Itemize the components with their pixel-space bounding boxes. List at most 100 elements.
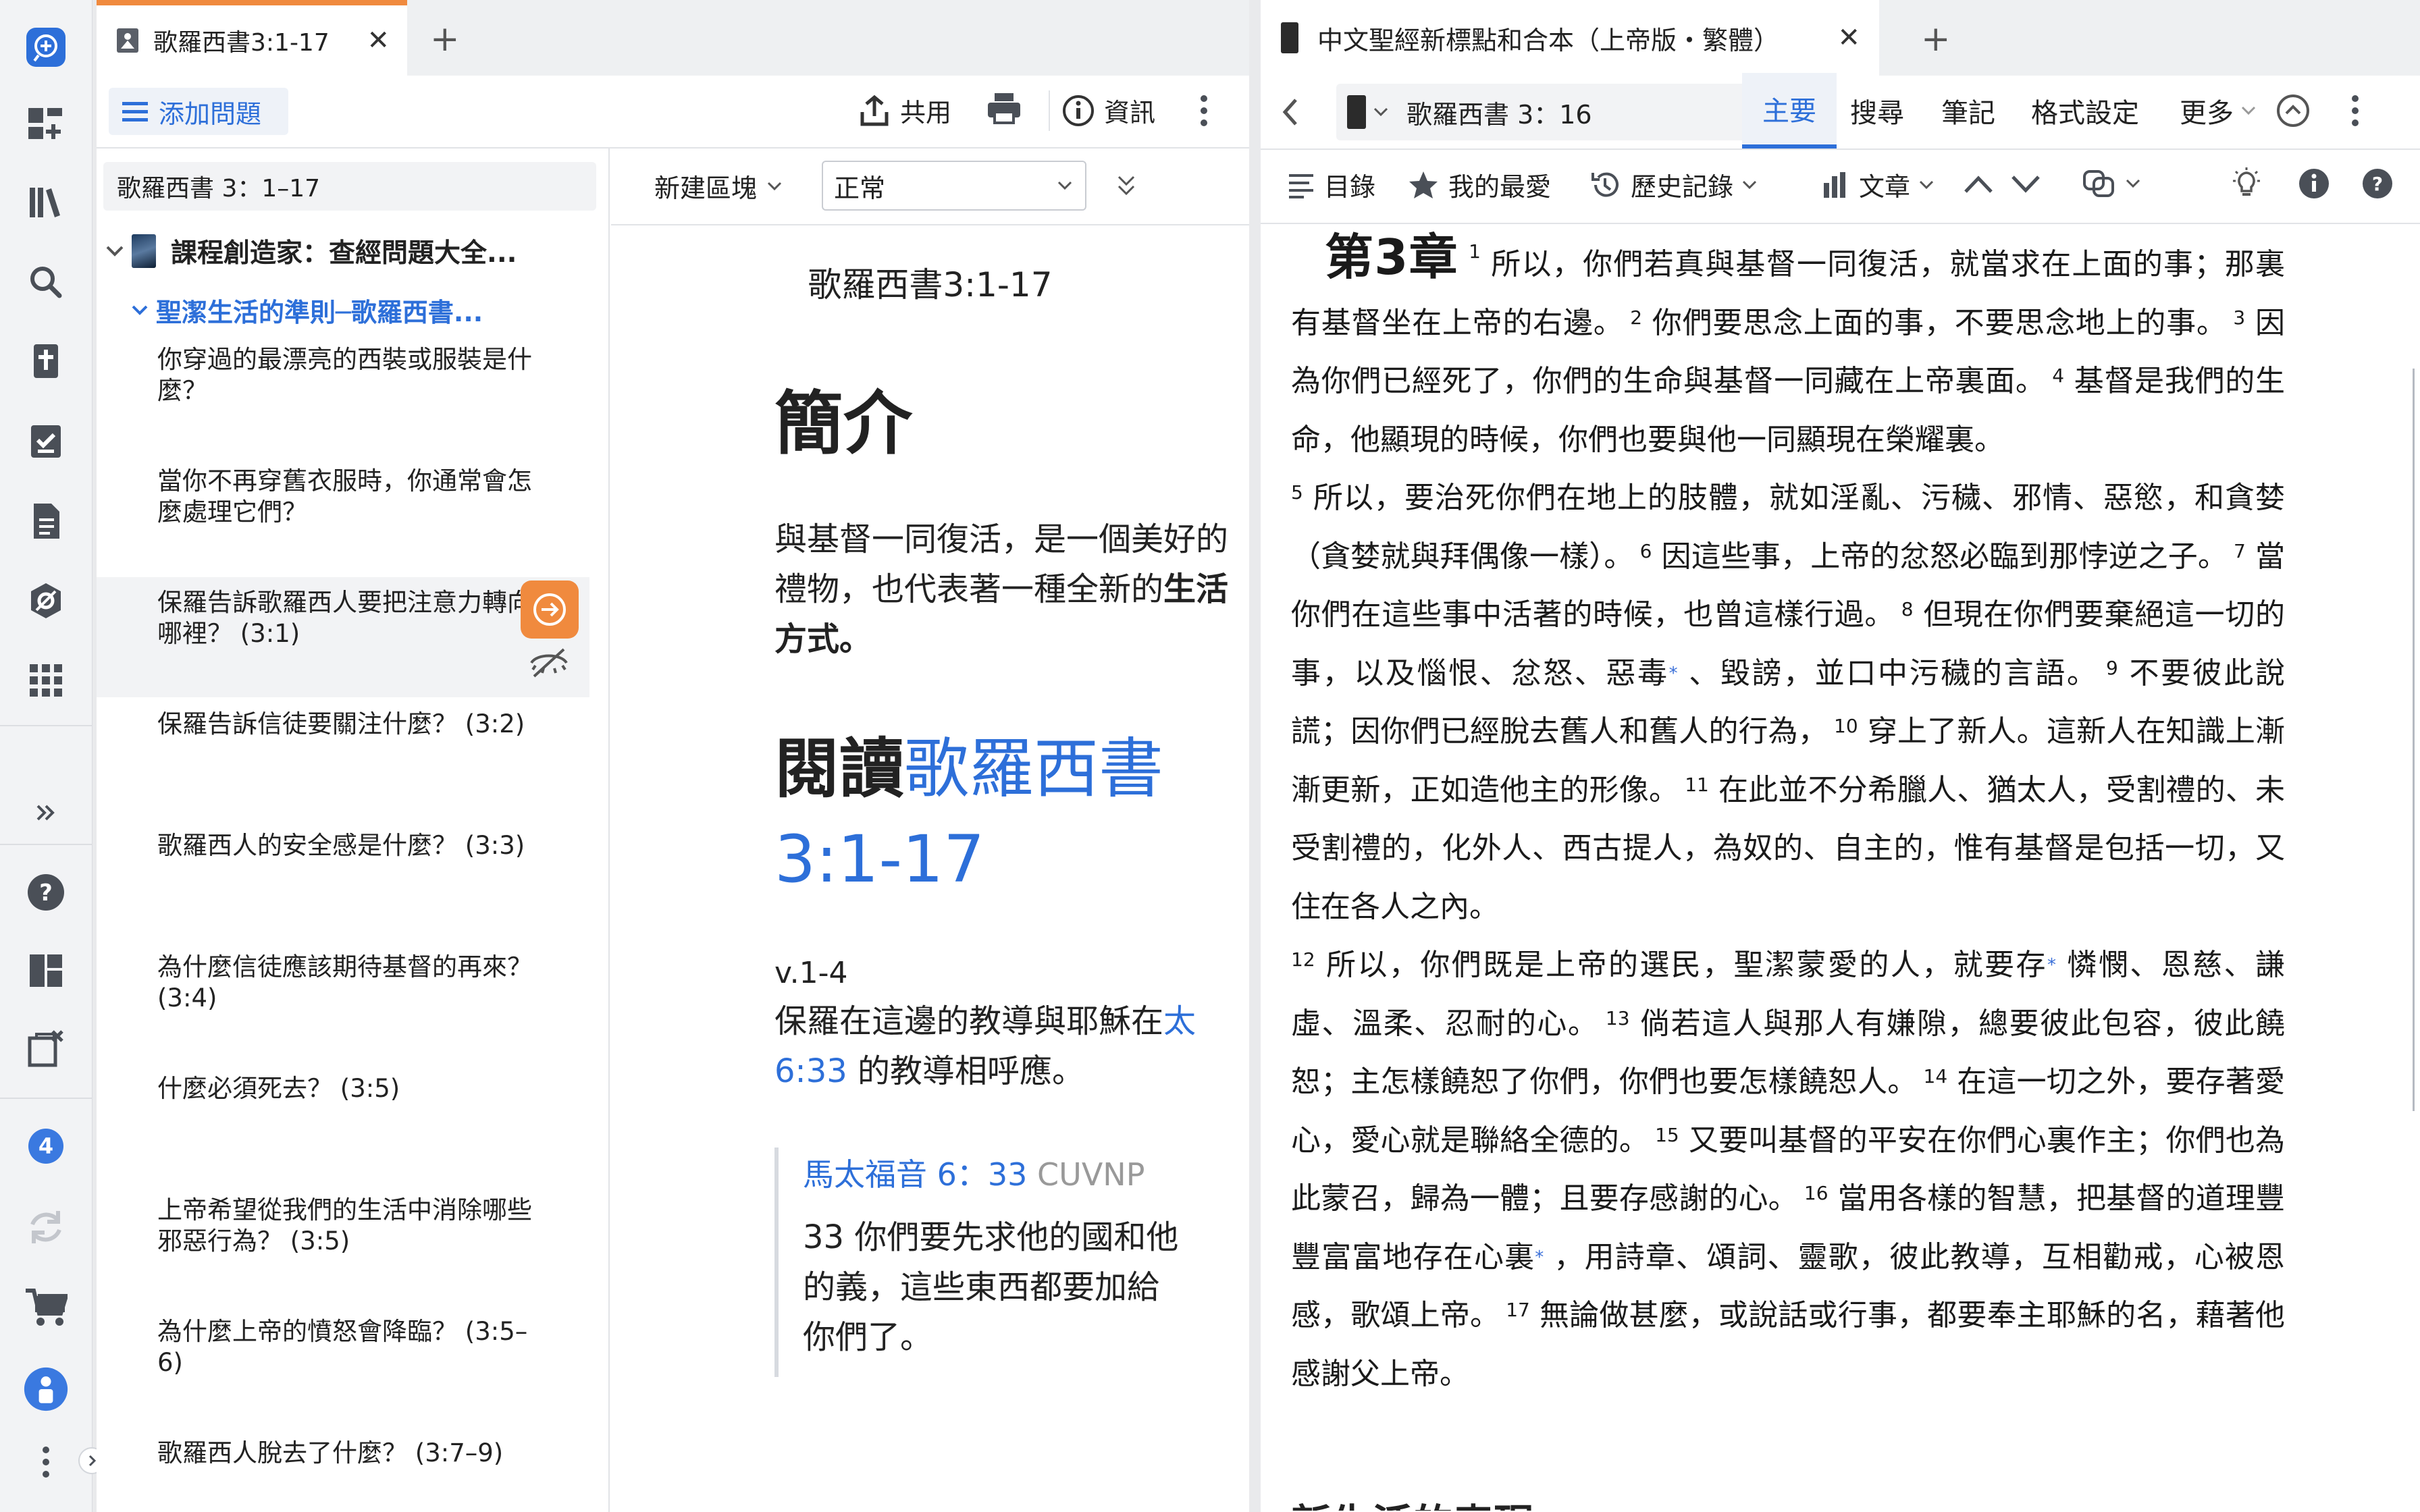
new-tab-button[interactable]: + (430, 19, 460, 59)
footnote-marker[interactable]: * (1669, 664, 1678, 684)
close-tab-icon[interactable]: ✕ (367, 25, 390, 56)
footnote-marker[interactable]: * (2047, 955, 2056, 975)
question-item[interactable]: 為什麼信徒應該期待基督的再來？ (3:4) (157, 952, 535, 1014)
question-item[interactable]: 歌羅西人的安全感是什麼？ (3:3) (157, 830, 535, 861)
question-item[interactable]: 你穿過的最漂亮的西裝或服裝是什麼？ (157, 344, 535, 406)
verse-number[interactable]: 1 (1469, 240, 1481, 263)
user-avatar-icon[interactable] (23, 1366, 69, 1412)
verse-number[interactable]: 13 (1598, 1007, 1630, 1029)
add-layout-icon[interactable] (23, 100, 69, 146)
verse-number[interactable]: 11 (1679, 774, 1709, 796)
bible-icon[interactable] (23, 339, 69, 385)
hide-question-icon[interactable] (529, 645, 569, 679)
course-node[interactable]: 課程創造家：查經問題大全... (105, 232, 517, 270)
verse-number[interactable]: 2 (1624, 306, 1642, 329)
question-item[interactable]: 什麼必須死去？ (3:5) (157, 1073, 535, 1104)
tab-bible[interactable]: 中文聖經新標點和合本（上帝版・繁體） ✕ (1261, 0, 1879, 76)
quote-reference[interactable]: 馬太福音 6：33 (803, 1156, 1027, 1193)
previous-up-icon[interactable] (1963, 174, 1994, 194)
verse-number[interactable]: 17 (1500, 1299, 1530, 1321)
cart-icon[interactable] (23, 1285, 69, 1331)
hidden-settings-icon[interactable] (23, 578, 69, 624)
reading-prefix: 閱讀 (774, 731, 904, 807)
verse-number[interactable]: 14 (1917, 1065, 1948, 1087)
checklist-icon[interactable] (23, 418, 69, 464)
print-button[interactable] (987, 92, 1022, 124)
next-down-icon[interactable] (2010, 174, 2041, 194)
back-button[interactable] (1281, 97, 1300, 127)
more-options-icon[interactable] (1116, 174, 1136, 198)
verse-number[interactable]: 16 (1798, 1182, 1829, 1204)
verse-number[interactable]: 4 (2046, 364, 2064, 387)
go-to-question-button[interactable] (521, 580, 579, 639)
tab-more[interactable]: 更多 (2180, 73, 2257, 148)
bible-scrollbar[interactable] (2409, 225, 2420, 1512)
tab-colossians-study[interactable]: 歌羅西書3:1-17 ✕ (97, 0, 407, 76)
chevron-down-icon (1742, 180, 1757, 189)
clipboard-close-icon[interactable] (23, 1026, 69, 1072)
chevron-down-icon (132, 305, 148, 315)
help-icon[interactable]: ? (23, 869, 69, 915)
expand-rail-icon[interactable] (23, 790, 69, 836)
panel-menu-icon[interactable] (1199, 92, 1209, 130)
section-title: 聖潔生活的準則─歌羅西書... (156, 298, 483, 327)
verses: 1 所以，你們若真與基督一同復活，就當求在上面的事；那裏有基督坐在上帝的右邊。 … (1291, 240, 2285, 1391)
verse-number[interactable]: 10 (1828, 715, 1858, 737)
verse-number[interactable]: 12 (1291, 948, 1315, 971)
verse-number[interactable]: 5 (1291, 481, 1303, 504)
close-tab-icon[interactable]: ✕ (1837, 22, 1860, 53)
history-button[interactable]: 歷史記錄 (1589, 166, 1758, 203)
notifications-badge[interactable]: 4 (23, 1123, 69, 1169)
add-question-button[interactable]: 添加問題 (109, 88, 288, 135)
new-block-button[interactable]: 新建區塊 (654, 167, 783, 205)
question-item[interactable]: 上帝希望從我們的生活中消除哪些邪惡行為？ (3:5) (157, 1195, 535, 1257)
footnote-marker[interactable]: * (1535, 1247, 1544, 1268)
verse-number[interactable]: 7 (2228, 540, 2246, 562)
chevron-down-icon (1919, 180, 1934, 189)
new-tab-button[interactable]: + (1921, 19, 1951, 59)
question-item[interactable]: 為什麼上帝的憤怒會降臨？ (3:5–6) (157, 1316, 535, 1378)
collapse-up-icon[interactable] (2276, 93, 2311, 128)
sync-icon[interactable] (23, 1204, 69, 1250)
question-item[interactable]: 保羅告訴信徒要關注什麼？ (3:2) (157, 709, 535, 740)
text-mode-button[interactable]: 文章 (1821, 166, 1935, 203)
question-item[interactable]: 當你不再穿舊衣服時，你通常會怎麼處理它們？ (157, 466, 535, 528)
tab-search[interactable]: 搜尋 (1850, 73, 1904, 148)
text-style-select[interactable]: 正常 (822, 161, 1086, 211)
help-icon[interactable]: ? (2361, 167, 2394, 200)
search-icon[interactable] (23, 259, 69, 305)
panel-splitter[interactable] (1249, 0, 1261, 1512)
panel-menu-icon[interactable] (2350, 92, 2361, 130)
section-node[interactable]: 聖潔生活的準則─歌羅西書... (130, 292, 483, 329)
toc-button[interactable]: 目錄 (1288, 166, 1375, 203)
info-button[interactable]: 資訊 (1062, 92, 1155, 129)
verse-text: 所以，你們既是上帝的選民，聖潔蒙愛的人，就要存 (1315, 948, 2047, 982)
tab-formatting[interactable]: 格式設定 (2031, 73, 2139, 148)
tab-notes[interactable]: 筆記 (1941, 73, 1995, 148)
more-vertical-icon[interactable] (23, 1439, 69, 1485)
tab-main[interactable]: 主要 (1742, 73, 1837, 148)
reading-heading: 閱讀歌羅西書 3:1-17 (774, 724, 1247, 905)
apps-grid-icon[interactable] (23, 657, 69, 703)
info-icon[interactable] (2298, 167, 2330, 200)
reference-box[interactable]: 歌羅西書 3：16 (1336, 84, 1795, 140)
verse-number[interactable]: 8 (1895, 598, 1914, 620)
question-item[interactable]: 保羅告訴歌羅西人要把注意力轉向哪裡？ (3:1) (157, 587, 535, 649)
logos-logo-icon[interactable] (23, 24, 69, 70)
link-set-button[interactable] (2082, 169, 2141, 198)
verse-number[interactable]: 6 (1634, 540, 1652, 562)
verse-number[interactable]: 9 (2098, 657, 2118, 679)
dashboard-icon[interactable] (23, 948, 69, 994)
document-icon[interactable] (23, 498, 69, 544)
favorites-button[interactable]: 我的最愛 (1408, 166, 1551, 203)
print-icon (988, 93, 1020, 124)
scrollbar-thumb[interactable] (2413, 369, 2415, 1111)
library-icon[interactable] (23, 180, 69, 225)
question-item[interactable]: 歌羅西人脫去了什麼？ (3:7–9) (157, 1438, 535, 1469)
verse-number[interactable]: 15 (1649, 1124, 1679, 1146)
share-button[interactable]: 共用 (860, 92, 951, 129)
verse-note-text-end: 的教導相呼應。 (847, 1052, 1085, 1090)
verse-number[interactable]: 3 (2227, 306, 2245, 329)
lightbulb-icon[interactable] (2229, 166, 2264, 201)
outline-search-input[interactable]: 歌羅西書 3：1–17 (103, 162, 596, 211)
